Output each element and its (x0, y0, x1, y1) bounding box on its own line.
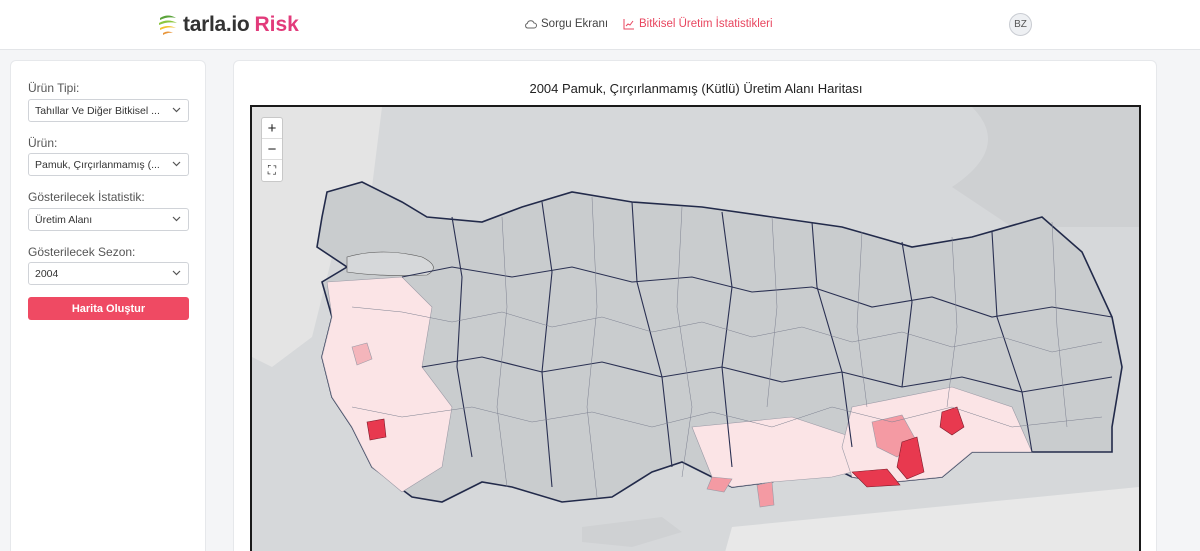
chart-icon (623, 19, 634, 30)
statistic-select[interactable]: Üretim Alanı (28, 208, 189, 231)
cloud-icon (525, 20, 537, 29)
region-adana-mid (706, 476, 733, 493)
map-title: 2004 Pamuk, Çırçırlanmamış (Kütlü) Üreti… (529, 81, 863, 96)
product-type-label: Ürün Tipi: (28, 81, 80, 95)
chevron-down-icon (172, 107, 181, 113)
logo-text: tarla.io (183, 13, 250, 36)
top-navbar: tarla.io Risk Sorgu Ekranı Bitkisel Üret… (0, 0, 1200, 50)
neighbor-land-south (725, 487, 1139, 551)
user-avatar[interactable]: BZ (1009, 13, 1032, 36)
product-label: Ürün: (28, 136, 58, 150)
product-type-value: Tahıllar Ve Diğer Bitkisel ... (35, 104, 160, 117)
nav-stats-label: Bitkisel Üretim İstatistikleri (639, 18, 773, 30)
nav-query-screen[interactable]: Sorgu Ekranı (524, 18, 608, 30)
product-type-select[interactable]: Tahıllar Ve Diğer Bitkisel ... (28, 99, 189, 122)
region-hatay-mid (756, 481, 775, 508)
brand-logo[interactable]: tarla.io Risk (157, 11, 299, 39)
map-zoom-control: + − ⛶ (261, 117, 283, 182)
nav-query-label: Sorgu Ekranı (541, 18, 609, 30)
logo-accent-text: Risk (254, 13, 299, 36)
product-select[interactable]: Pamuk, Çırçırlanmamış (... (28, 153, 189, 176)
map-canvas[interactable] (252, 107, 1139, 551)
product-value: Pamuk, Çırçırlanmamış (... (35, 158, 160, 171)
black-sea (402, 107, 988, 210)
statistic-label: Gösterilecek İstatistik: (28, 190, 145, 204)
season-label: Gösterilecek Sezon: (28, 245, 136, 259)
chevron-down-icon (172, 270, 181, 276)
create-map-button[interactable]: Harita Oluştur (28, 297, 189, 320)
statistic-value: Üretim Alanı (35, 213, 93, 226)
filter-sidebar: Ürün Tipi: Tahıllar Ve Diğer Bitkisel ..… (10, 60, 206, 551)
chevron-down-icon (172, 161, 181, 167)
zoom-in-button[interactable]: + (262, 118, 282, 139)
nav-production-statistics[interactable]: Bitkisel Üretim İstatistikleri (623, 18, 773, 30)
season-value: 2004 (35, 267, 59, 280)
cyprus (582, 517, 682, 547)
chevron-down-icon (172, 216, 181, 222)
zoom-out-button[interactable]: − (262, 139, 282, 160)
region-aegean-high (366, 418, 387, 441)
map-panel: 2004 Pamuk, Çırçırlanmamış (Kütlü) Üreti… (233, 60, 1157, 551)
leaf-logo-icon (159, 15, 177, 35)
choropleth-map[interactable]: + − ⛶ (250, 105, 1141, 551)
fullscreen-icon[interactable]: ⛶ (262, 160, 282, 181)
season-select[interactable]: 2004 (28, 262, 189, 285)
